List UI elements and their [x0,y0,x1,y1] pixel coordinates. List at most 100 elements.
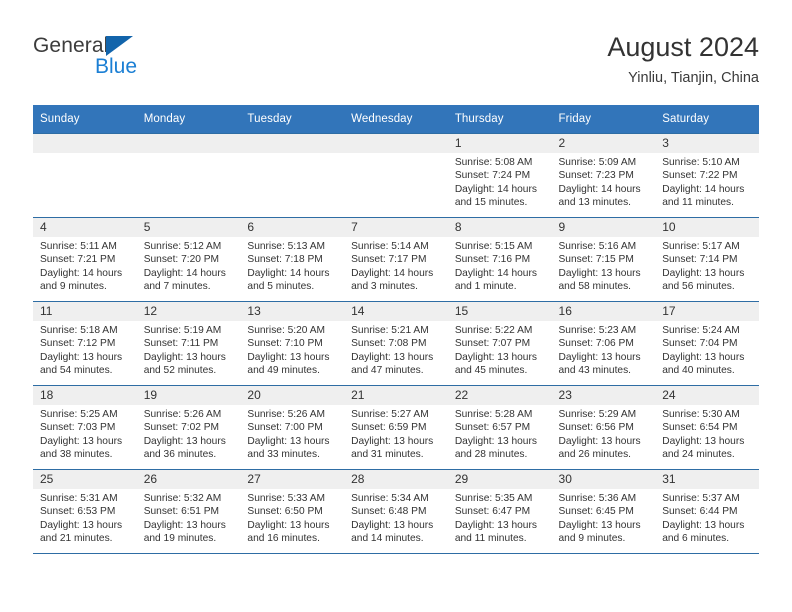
sunrise-time: Sunrise: 5:35 AM [454,493,533,504]
sunrise-time: Sunrise: 5:16 AM [558,241,637,252]
calendar-day-cell[interactable]: 28 Sunrise: 5:34 AM Sunset: 6:48 PM Dayligh… [344,469,448,554]
day-number: 11 [33,302,137,321]
daylight-duration-line-2: and 11 minutes. [662,197,734,209]
calendar-day-cell[interactable]: 1 Sunrise: 5:08 AM Sunset: 7:24 PM Daylight… [447,133,552,218]
calendar-day-cell[interactable]: 12 Sunrise: 5:19 AM Sunset: 7:11 PM Dayligh… [136,301,241,386]
calendar-day-cell[interactable]: 27 Sunrise: 5:33 AM Sunset: 6:50 PM Dayligh… [240,469,345,554]
calendar-day-cell[interactable]: 11 Sunrise: 5:18 AM Sunset: 7:12 PM Dayligh… [33,301,137,386]
day-cell-inner: 16 Sunrise: 5:23 AM Sunset: 7:06 PM Dayligh… [551,302,656,385]
page-header: General Blue August 2024 Yinliu, Tianjin… [33,30,759,92]
day-cell-inner: 12 Sunrise: 5:19 AM Sunset: 7:11 PM Dayligh… [136,302,241,385]
sunrise-time: Sunrise: 5:10 AM [662,157,740,168]
daylight-duration-line-1: Daylight: 13 hours [558,435,641,447]
calendar-day-cell[interactable]: 25 Sunrise: 5:31 AM Sunset: 6:53 PM Dayligh… [33,469,137,554]
sunrise-time: Sunrise: 5:20 AM [247,325,325,336]
calendar-day-cell[interactable]: 14 Sunrise: 5:21 AM Sunset: 7:08 PM Dayligh… [344,301,448,386]
calendar-day-cell[interactable]: 26 Sunrise: 5:32 AM Sunset: 6:51 PM Dayligh… [136,469,241,554]
daylight-duration-line-1: Daylight: 13 hours [40,519,123,531]
daylight-duration-line-2: and 28 minutes. [454,449,528,461]
calendar-day-cell[interactable]: 10 Sunrise: 5:17 AM Sunset: 7:14 PM Dayligh… [655,217,759,302]
calendar-day-cell[interactable]: 22 Sunrise: 5:28 AM Sunset: 6:57 PM Dayligh… [447,385,552,470]
page-title: August 2024 [607,32,759,62]
daylight-duration-line-2: and 7 minutes. [143,281,211,293]
calendar-day-cell[interactable]: 21 Sunrise: 5:27 AM Sunset: 6:59 PM Dayligh… [344,385,448,470]
day-number [240,134,345,153]
sunrise-time: Sunrise: 5:36 AM [558,493,637,504]
title-block: August 2024 Yinliu, Tianjin, China [607,30,759,88]
sunrise-time: Sunrise: 5:27 AM [351,409,429,420]
calendar-day-cell[interactable]: 7 Sunrise: 5:14 AM Sunset: 7:17 PM Daylight… [344,217,448,302]
day-cell-inner: 24 Sunrise: 5:30 AM Sunset: 6:54 PM Dayligh… [655,386,759,469]
calendar-day-cell[interactable]: 15 Sunrise: 5:22 AM Sunset: 7:07 PM Dayligh… [447,301,552,386]
calendar-day-cell[interactable]: 2 Sunrise: 5:09 AM Sunset: 7:23 PM Daylight… [551,133,656,218]
calendar-day-cell[interactable]: 18 Sunrise: 5:25 AM Sunset: 7:03 PM Dayligh… [33,385,137,470]
calendar-day-cell[interactable]: 9 Sunrise: 5:16 AM Sunset: 7:15 PM Daylight… [551,217,656,302]
daylight-duration-line-2: and 54 minutes. [40,365,113,377]
daylight-duration-line-1: Daylight: 13 hours [351,519,434,531]
daylight-duration-line-1: Daylight: 13 hours [662,435,745,447]
day-cell-inner: 10 Sunrise: 5:17 AM Sunset: 7:14 PM Dayligh… [655,218,759,301]
daylight-duration-line-1: Daylight: 14 hours [454,267,537,279]
day-cell-inner: 26 Sunrise: 5:32 AM Sunset: 6:51 PM Dayligh… [136,470,241,553]
daylight-duration-line-1: Daylight: 14 hours [40,267,123,279]
sunset-time: Sunset: 6:57 PM [454,422,531,434]
weekday-header-saturday: Saturday [655,105,759,134]
calendar-week-row: 1 Sunrise: 5:08 AM Sunset: 7:24 PM Daylight… [33,133,759,218]
sunset-time: Sunset: 7:12 PM [40,338,116,350]
day-cell-inner: 31 Sunrise: 5:37 AM Sunset: 6:44 PM Dayligh… [655,470,759,553]
day-details: Sunrise: 5:30 AM Sunset: 6:54 PM Daylight:… [655,405,759,462]
day-number: 29 [447,470,552,489]
calendar-day-cell[interactable]: 6 Sunrise: 5:13 AM Sunset: 7:18 PM Daylight… [240,217,345,302]
sunset-time: Sunset: 7:24 PM [454,170,531,182]
day-number: 18 [33,386,137,405]
daylight-duration-line-2: and 38 minutes. [40,449,113,461]
sunset-time: Sunset: 7:00 PM [247,422,323,434]
calendar-day-cell[interactable]: 19 Sunrise: 5:26 AM Sunset: 7:02 PM Dayligh… [136,385,241,470]
day-details: Sunrise: 5:09 AM Sunset: 7:23 PM Daylight:… [552,153,656,210]
calendar-day-cell[interactable]: 30 Sunrise: 5:36 AM Sunset: 6:45 PM Dayligh… [551,469,656,554]
sunset-time: Sunset: 7:15 PM [558,254,634,266]
day-number: 5 [136,218,241,237]
sunrise-time: Sunrise: 5:33 AM [247,493,325,504]
sunrise-time: Sunrise: 5:08 AM [454,157,533,168]
sunrise-time: Sunrise: 5:17 AM [662,241,740,252]
daylight-duration-line-2: and 49 minutes. [247,365,320,377]
day-cell-inner: 11 Sunrise: 5:18 AM Sunset: 7:12 PM Dayligh… [33,302,137,385]
sunset-time: Sunset: 6:44 PM [662,506,738,518]
day-number: 22 [447,386,552,405]
calendar-day-cell[interactable]: 24 Sunrise: 5:30 AM Sunset: 6:54 PM Dayligh… [655,385,759,470]
calendar-day-cell[interactable]: 5 Sunrise: 5:12 AM Sunset: 7:20 PM Daylight… [136,217,241,302]
calendar-day-cell[interactable]: 13 Sunrise: 5:20 AM Sunset: 7:10 PM Dayligh… [240,301,345,386]
day-number [33,134,137,153]
calendar-header-row-group: Sunday Monday Tuesday Wednesday Thursday Frid… [33,105,759,134]
calendar-day-cell[interactable]: 31 Sunrise: 5:37 AM Sunset: 6:44 PM Dayligh… [655,469,759,554]
day-details: Sunrise: 5:27 AM Sunset: 6:59 PM Daylight:… [344,405,448,462]
sunrise-sunset-calendar: Sunday Monday Tuesday Wednesday Thursday Frid… [33,105,759,554]
day-cell-inner: 20 Sunrise: 5:26 AM Sunset: 7:00 PM Dayligh… [240,386,345,469]
sunset-time: Sunset: 7:14 PM [662,254,738,266]
calendar-day-cell[interactable]: 4 Sunrise: 5:11 AM Sunset: 7:21 PM Daylight… [33,217,137,302]
day-details: Sunrise: 5:10 AM Sunset: 7:22 PM Daylight:… [655,153,759,210]
day-cell-inner [33,134,137,217]
sunrise-time: Sunrise: 5:18 AM [40,325,118,336]
page-subtitle-location: Yinliu, Tianjin, China [628,70,759,86]
day-details: Sunrise: 5:35 AM Sunset: 6:47 PM Daylight:… [448,489,552,546]
calendar-day-cell[interactable]: 3 Sunrise: 5:10 AM Sunset: 7:22 PM Daylight… [655,133,759,218]
calendar-day-cell[interactable]: 23 Sunrise: 5:29 AM Sunset: 6:56 PM Dayligh… [551,385,656,470]
calendar-day-cell[interactable]: 16 Sunrise: 5:23 AM Sunset: 7:06 PM Dayligh… [551,301,656,386]
daylight-duration-line-2: and 47 minutes. [351,365,424,377]
calendar-day-cell[interactable]: 29 Sunrise: 5:35 AM Sunset: 6:47 PM Dayligh… [447,469,552,554]
day-cell-inner: 9 Sunrise: 5:16 AM Sunset: 7:15 PM Daylight… [551,218,656,301]
day-details: Sunrise: 5:28 AM Sunset: 6:57 PM Daylight:… [448,405,552,462]
day-cell-inner: 1 Sunrise: 5:08 AM Sunset: 7:24 PM Daylight… [447,134,552,217]
day-cell-inner: 5 Sunrise: 5:12 AM Sunset: 7:20 PM Daylight… [136,218,241,301]
day-number: 10 [655,218,759,237]
daylight-duration-line-1: Daylight: 13 hours [40,435,123,447]
day-number: 31 [655,470,759,489]
daylight-duration-line-1: Daylight: 13 hours [662,351,745,363]
calendar-day-cell[interactable]: 8 Sunrise: 5:15 AM Sunset: 7:16 PM Daylight… [447,217,552,302]
day-details: Sunrise: 5:11 AM Sunset: 7:21 PM Daylight:… [33,237,137,294]
general-blue-logo[interactable]: General Blue [33,34,233,90]
calendar-day-cell[interactable]: 17 Sunrise: 5:24 AM Sunset: 7:04 PM Dayligh… [655,301,759,386]
calendar-day-cell[interactable]: 20 Sunrise: 5:26 AM Sunset: 7:00 PM Dayligh… [240,385,345,470]
